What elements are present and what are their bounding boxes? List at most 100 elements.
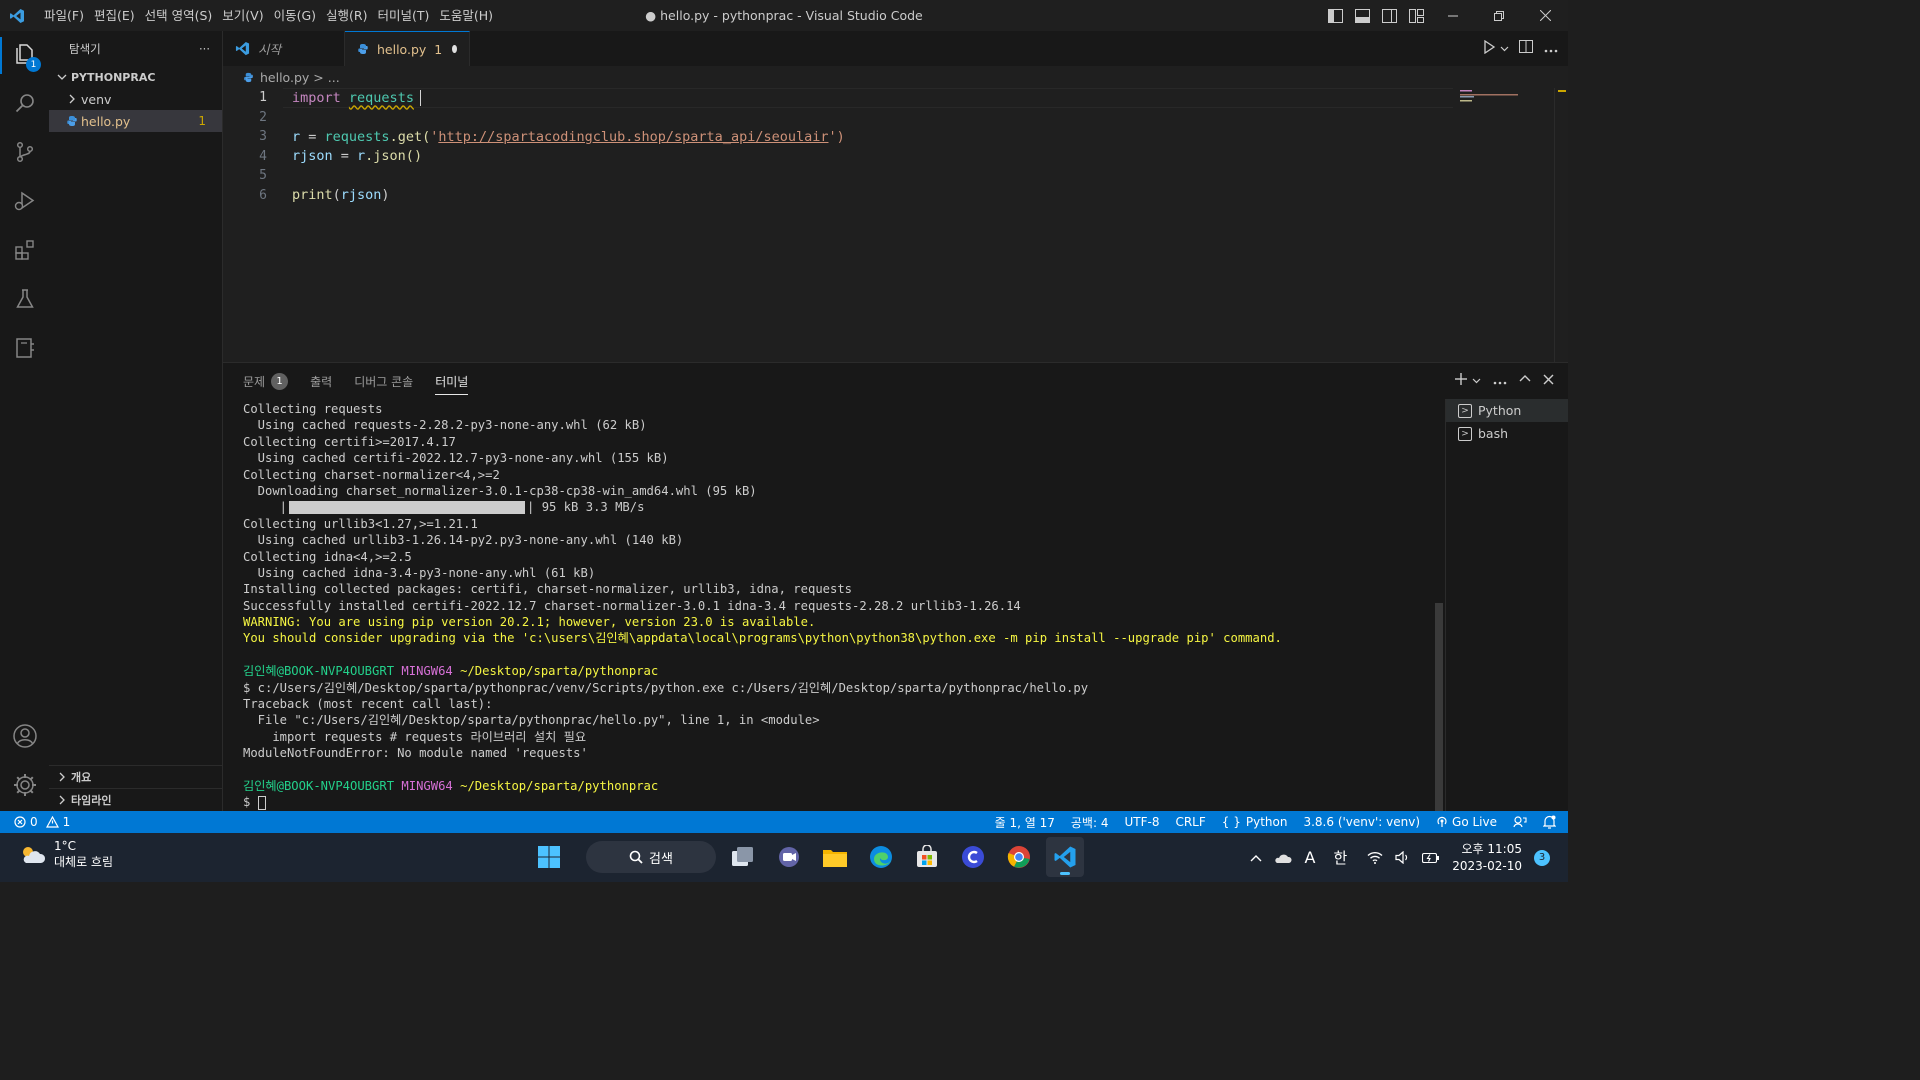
- edge-browser-button[interactable]: [862, 837, 900, 877]
- terminal-item-python[interactable]: > Python: [1446, 399, 1568, 422]
- weather-widget[interactable]: 1°C 대체로 흐림: [18, 839, 113, 870]
- encoding[interactable]: UTF-8: [1124, 815, 1159, 829]
- notifications-bell-icon[interactable]: [1543, 815, 1556, 829]
- task-view-button[interactable]: [724, 837, 762, 877]
- tab-terminal[interactable]: 터미널: [435, 363, 469, 399]
- customize-layout-icon[interactable]: [1403, 0, 1430, 31]
- chrome-browser-button[interactable]: [1000, 837, 1038, 877]
- toggle-secondary-sidebar-icon[interactable]: [1376, 0, 1403, 31]
- ime-indicator[interactable]: 한: [1333, 847, 1347, 868]
- onedrive-cloud-icon[interactable]: [1274, 852, 1293, 864]
- python-interpreter[interactable]: 3.8.6 ('venv': venv): [1303, 815, 1420, 829]
- prompt-path: ~/Desktop/sparta/pythonprac: [460, 664, 659, 679]
- outline-section[interactable]: 개요: [49, 765, 223, 787]
- workspace-root[interactable]: PYTHONPRAC: [49, 66, 222, 88]
- timeline-section[interactable]: 타임라인: [49, 788, 223, 810]
- menu-help[interactable]: 도움말(H): [435, 0, 497, 31]
- split-editor-icon[interactable]: [1519, 40, 1534, 57]
- app-c-button[interactable]: [954, 837, 992, 877]
- go-live[interactable]: Go Live: [1436, 815, 1497, 829]
- terminal-output[interactable]: Collecting requests Using cached request…: [243, 401, 1433, 811]
- search-activity[interactable]: [0, 80, 49, 129]
- windows-taskbar: 1°C 대체로 흐림 검색 A 한 오후 11:05 2023-02-10 3: [0, 833, 1568, 882]
- tab-problems[interactable]: 문제 1: [243, 363, 289, 399]
- chrome-icon: [1007, 845, 1031, 869]
- explorer-activity[interactable]: 1: [0, 31, 49, 80]
- unsaved-dot-icon[interactable]: [452, 45, 457, 53]
- chevron-down-icon[interactable]: [1500, 42, 1509, 56]
- teams-chat-button[interactable]: [770, 837, 808, 877]
- remote-explorer-activity[interactable]: [0, 325, 49, 374]
- function-call: print: [292, 187, 333, 204]
- breadcrumb-file[interactable]: hello.py: [260, 70, 309, 85]
- terminal-item-label: bash: [1478, 426, 1509, 441]
- progress-start: |: [243, 500, 288, 515]
- close-window-icon[interactable]: [1522, 0, 1568, 31]
- indentation[interactable]: 공백: 4: [1071, 814, 1109, 831]
- menu-view[interactable]: 보기(V): [218, 0, 267, 31]
- terminal-item-bash[interactable]: > bash: [1446, 422, 1568, 445]
- terminal-line: Using cached certifi-2022.12.7-py3-none-…: [243, 451, 669, 466]
- terminal-line: Collecting idna<4,>=2.5: [243, 549, 412, 564]
- toggle-panel-icon[interactable]: [1349, 0, 1376, 31]
- microsoft-store-button[interactable]: [908, 837, 946, 877]
- tab-output[interactable]: 출력: [310, 363, 332, 399]
- tab-debug-console[interactable]: 디버그 콘솔: [354, 363, 413, 399]
- manage-activity[interactable]: [0, 762, 49, 811]
- breadcrumb-rest[interactable]: > ...: [313, 70, 339, 85]
- battery-icon[interactable]: [1422, 852, 1440, 864]
- line-ending[interactable]: CRLF: [1175, 815, 1205, 829]
- maximize-panel-icon[interactable]: [1519, 373, 1531, 389]
- tab-hello-py[interactable]: hello.py 1: [345, 31, 470, 66]
- chevron-down-icon[interactable]: [1472, 373, 1481, 389]
- code-editor[interactable]: 1 import requests 2 3 r = requests.get('…: [223, 88, 1568, 362]
- menu-file[interactable]: 파일(F): [40, 0, 88, 31]
- terminal-scrollbar[interactable]: [1435, 603, 1443, 812]
- tab-welcome[interactable]: 시작: [223, 31, 345, 66]
- taskbar-search[interactable]: 검색: [586, 841, 716, 873]
- tree-item-venv[interactable]: venv: [49, 88, 222, 110]
- vscode-logo-icon: [0, 0, 34, 31]
- show-hidden-icons-icon[interactable]: [1250, 854, 1262, 862]
- account-icon: [12, 723, 38, 752]
- vscode-taskbar-button[interactable]: [1046, 837, 1084, 877]
- url-string[interactable]: http://spartacodingclub.shop/sparta_api/…: [438, 129, 828, 145]
- variable: rjson: [340, 187, 382, 204]
- terminal-input-line[interactable]: $: [243, 794, 1433, 810]
- new-terminal-icon[interactable]: [1454, 372, 1468, 390]
- more-actions-icon[interactable]: [1493, 373, 1507, 389]
- editor-scrollbar[interactable]: [1554, 88, 1568, 362]
- input-font-indicator[interactable]: A: [1304, 848, 1315, 867]
- menu-selection[interactable]: 선택 영역(S): [141, 0, 217, 31]
- volume-icon[interactable]: [1395, 851, 1410, 864]
- more-actions-icon[interactable]: [1544, 42, 1558, 56]
- toggle-sidebar-icon[interactable]: [1322, 0, 1349, 31]
- menu-run[interactable]: 실행(R): [322, 0, 371, 31]
- minimap[interactable]: [1460, 90, 1518, 104]
- source-control-activity[interactable]: [0, 129, 49, 178]
- file-explorer-button[interactable]: [816, 837, 854, 877]
- weather-condition: 대체로 흐림: [54, 855, 114, 869]
- clock[interactable]: 오후 11:05 2023-02-10: [1452, 841, 1522, 875]
- language-mode[interactable]: { } Python: [1222, 815, 1288, 829]
- accounts-activity[interactable]: [0, 713, 49, 762]
- minimize-icon[interactable]: [1430, 0, 1476, 31]
- notification-badge[interactable]: 3: [1534, 849, 1550, 866]
- cursor-position[interactable]: 줄 1, 열 17: [995, 814, 1055, 831]
- menu-edit[interactable]: 편집(E): [90, 0, 139, 31]
- restore-icon[interactable]: [1476, 0, 1522, 31]
- close-panel-icon[interactable]: [1543, 373, 1554, 389]
- explorer-more-icon[interactable]: ···: [199, 42, 210, 56]
- search-icon: [629, 850, 643, 864]
- run-debug-activity[interactable]: [0, 178, 49, 227]
- feedback-icon[interactable]: [1513, 815, 1527, 829]
- wifi-icon[interactable]: [1367, 851, 1383, 864]
- menu-go[interactable]: 이동(G): [270, 0, 320, 31]
- problems-status[interactable]: 0 1: [14, 815, 70, 829]
- tree-item-hello-py[interactable]: hello.py 1: [49, 110, 222, 132]
- run-python-icon[interactable]: [1482, 39, 1496, 57]
- testing-activity[interactable]: [0, 276, 49, 325]
- menu-terminal[interactable]: 터미널(T): [374, 0, 434, 31]
- start-button[interactable]: [530, 837, 568, 877]
- extensions-activity[interactable]: [0, 227, 49, 276]
